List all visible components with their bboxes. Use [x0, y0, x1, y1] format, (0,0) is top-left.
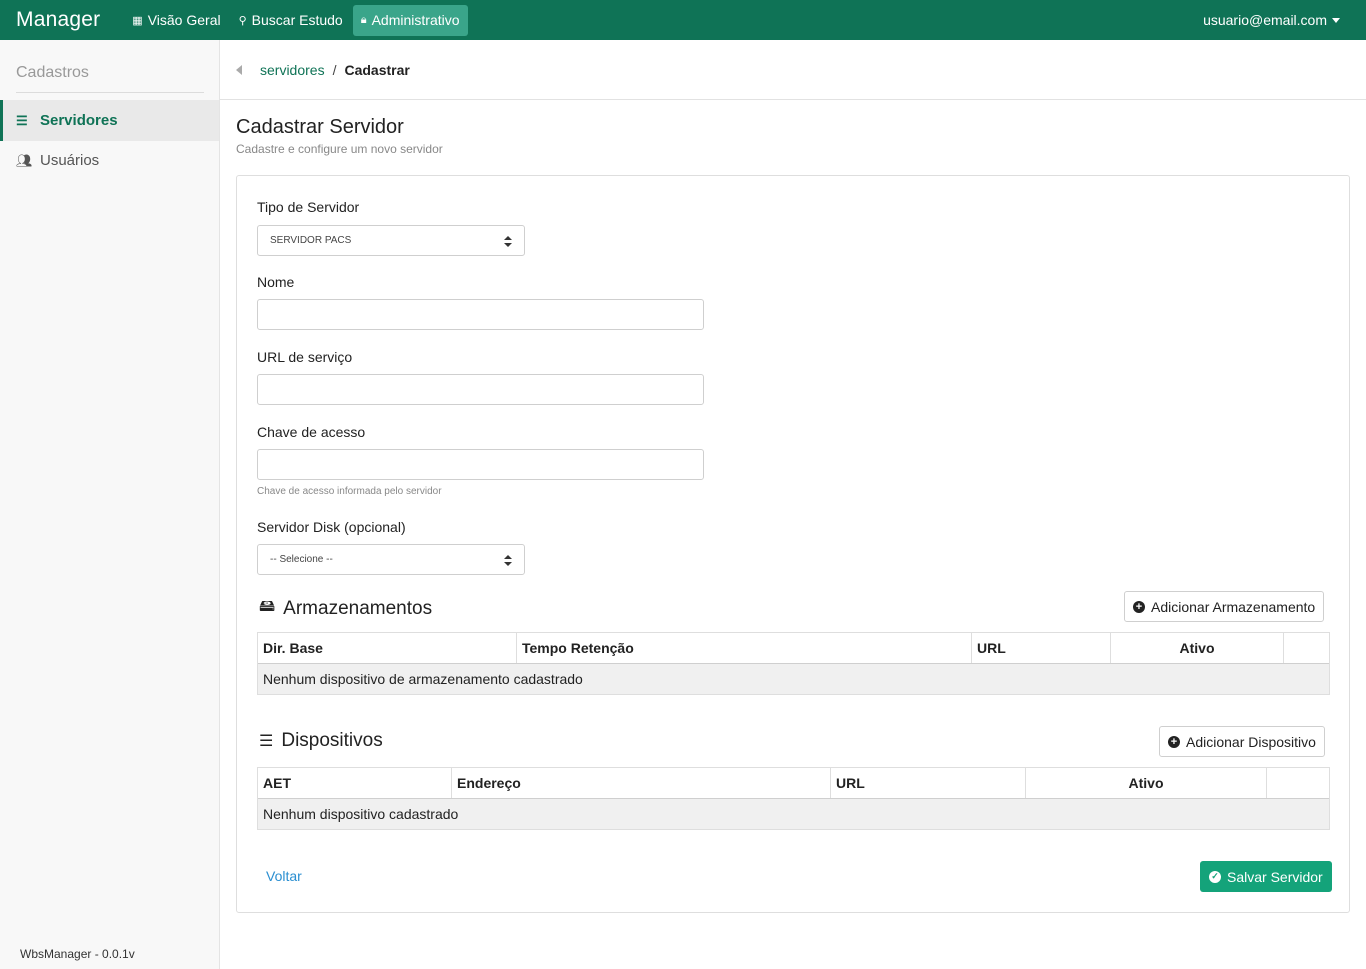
- add-dispositivo-label: Adicionar Dispositivo: [1186, 733, 1316, 750]
- armazenamentos-title: 🖴︎ Armazenamentos: [259, 595, 432, 622]
- user-email: usuario@email.com: [1203, 12, 1327, 28]
- select-arrows-icon: [504, 555, 512, 566]
- dispositivos-title: ☰ Dispositivos: [259, 730, 383, 752]
- column-header: Ativo: [1111, 633, 1284, 663]
- nav-visao-geral[interactable]: ▦ Visão Geral: [124, 5, 228, 36]
- armazenamentos-title-text: Armazenamentos: [283, 597, 433, 619]
- column-header: URL: [972, 633, 1111, 663]
- top-navbar: Manager ▦ Visão Geral ⚲ Buscar Estudo 🔒︎…: [0, 0, 1366, 40]
- add-armazenamento-button[interactable]: + Adicionar Armazenamento: [1124, 591, 1325, 622]
- user-menu[interactable]: usuario@email.com: [1203, 12, 1340, 28]
- dispositivos-title-text: Dispositivos: [281, 730, 383, 751]
- hdd-icon: 🖴︎: [259, 598, 276, 615]
- plus-circle-icon: +: [1133, 600, 1145, 613]
- sidebar-item-label: Servidores: [40, 112, 118, 129]
- users-icon: 👥︎: [16, 152, 33, 168]
- caret-down-icon: [1332, 17, 1340, 23]
- add-armazenamento-label: Adicionar Armazenamento: [1151, 598, 1316, 615]
- dispositivos-table: AET Endereço URL Ativo Nenhum dispositiv…: [257, 767, 1330, 830]
- page-subtitle: Cadastre e configure um novo servidor: [236, 142, 443, 156]
- servidor-disk-select[interactable]: -- Selecione --: [257, 544, 525, 575]
- form-card: Tipo de Servidor SERVIDOR PACS Nome URL …: [236, 175, 1350, 913]
- chave-acesso-input[interactable]: [257, 449, 704, 480]
- tipo-servidor-label: Tipo de Servidor: [257, 199, 360, 215]
- salvar-servidor-label: Salvar Servidor: [1227, 868, 1323, 885]
- nav-label: Administrativo: [371, 12, 460, 28]
- search-icon: ⚲: [238, 14, 247, 27]
- voltar-link[interactable]: Voltar: [266, 868, 302, 884]
- column-header: Tempo Retenção: [517, 633, 972, 663]
- nav-administrativo[interactable]: 🔒︎ Administrativo: [352, 4, 468, 36]
- back-arrow-icon[interactable]: [236, 64, 242, 75]
- sidebar-item-label: Usuários: [40, 152, 100, 169]
- sidebar-item-servidores[interactable]: ☰ Servidores: [0, 100, 219, 141]
- chave-acesso-label: Chave de acesso: [257, 424, 366, 440]
- version-footer: WbsManager - 0.0.1v: [20, 947, 135, 961]
- column-header: [1284, 633, 1329, 663]
- table-empty-row: Nenhum dispositivo de armazenamento cada…: [258, 664, 1329, 694]
- table-header: Dir. Base Tempo Retenção URL Ativo: [258, 633, 1329, 664]
- column-header: [1267, 768, 1329, 798]
- breadcrumb: servidores / Cadastrar: [220, 40, 1366, 100]
- tipo-servidor-select[interactable]: SERVIDOR PACS: [257, 225, 525, 256]
- dashboard-icon: ▦: [132, 14, 143, 27]
- nav-label: Visão Geral: [147, 12, 221, 28]
- select-arrows-icon: [504, 236, 512, 247]
- column-header: Ativo: [1026, 768, 1267, 798]
- breadcrumb-servidores-link[interactable]: servidores: [260, 62, 325, 78]
- breadcrumb-current: Cadastrar: [344, 61, 410, 78]
- salvar-servidor-button[interactable]: ✓ Salvar Servidor: [1200, 861, 1332, 892]
- page-title: Cadastrar Servidor: [236, 116, 404, 138]
- table-header: AET Endereço URL Ativo: [258, 768, 1329, 799]
- plus-circle-icon: +: [1168, 735, 1180, 748]
- nav-label: Buscar Estudo: [251, 12, 343, 28]
- chave-acesso-help: Chave de acesso informada pelo servidor: [257, 486, 442, 497]
- sidebar: Cadastros ☰ Servidores 👥︎ Usuários WbsMa…: [0, 40, 220, 969]
- table-empty-row: Nenhum dispositivo cadastrado: [258, 799, 1329, 829]
- url-servico-label: URL de serviço: [257, 349, 353, 365]
- nome-input[interactable]: [257, 299, 704, 330]
- sidebar-title: Cadastros: [16, 64, 204, 93]
- nome-label: Nome: [257, 274, 295, 290]
- server-icon: ☰: [16, 112, 28, 128]
- add-dispositivo-button[interactable]: + Adicionar Dispositivo: [1159, 726, 1325, 757]
- url-servico-input[interactable]: [257, 374, 704, 405]
- servidor-disk-value: -- Selecione --: [270, 554, 333, 565]
- servidor-disk-label: Servidor Disk (opcional): [257, 519, 406, 535]
- server-icon: ☰: [259, 733, 274, 750]
- column-header: AET: [258, 768, 452, 798]
- tipo-servidor-value: SERVIDOR PACS: [270, 235, 352, 246]
- lock-icon: 🔒︎: [360, 13, 367, 26]
- sidebar-item-usuarios[interactable]: 👥︎ Usuários: [0, 140, 219, 181]
- armazenamentos-table: Dir. Base Tempo Retenção URL Ativo Nenhu…: [257, 632, 1330, 695]
- breadcrumb-separator: /: [332, 61, 337, 78]
- nav-buscar-estudo[interactable]: ⚲ Buscar Estudo: [231, 5, 351, 36]
- column-header: Endereço: [452, 768, 831, 798]
- column-header: URL: [831, 768, 1026, 798]
- check-circle-icon: ✓: [1209, 870, 1221, 883]
- brand-logo[interactable]: Manager: [16, 8, 100, 32]
- column-header: Dir. Base: [258, 633, 517, 663]
